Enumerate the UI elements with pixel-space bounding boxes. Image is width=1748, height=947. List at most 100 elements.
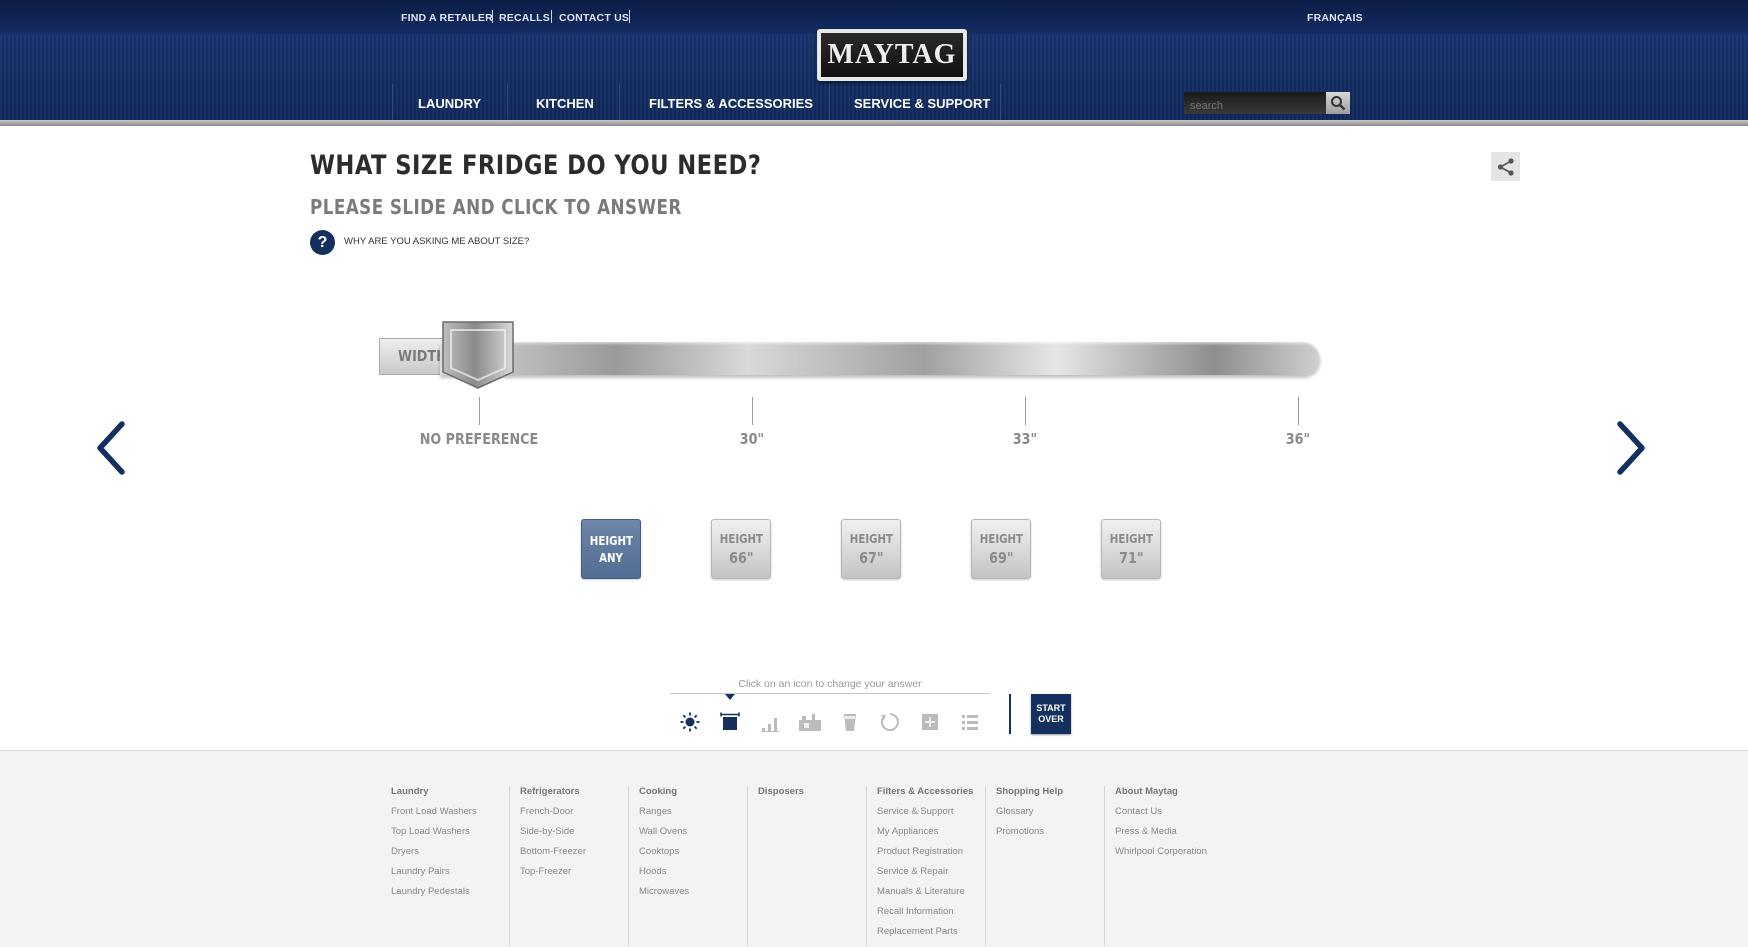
nav-laundry[interactable]: LAUNDRY — [418, 96, 481, 111]
fridge-size-icon[interactable] — [718, 710, 742, 734]
help-icon[interactable]: ? — [310, 230, 335, 255]
footer-column: Cooking Ranges Wall Ovens Cooktops Hoods Micr… — [639, 786, 689, 906]
footer-link[interactable]: Manuals & Literature — [877, 886, 973, 906]
cup-icon[interactable] — [838, 710, 862, 734]
footer-link[interactable]: Laundry Pedestals — [391, 886, 477, 906]
footer-link[interactable]: Service & Repair — [877, 866, 973, 886]
footer-link[interactable]: Cooktops — [639, 846, 689, 866]
bars-icon[interactable] — [758, 710, 782, 734]
footer-link[interactable]: Top Load Washers — [391, 826, 477, 846]
refresh-icon[interactable] — [878, 710, 902, 734]
answer-hint: Click on an icon to change your answer — [738, 678, 922, 690]
width-slider-handle[interactable] — [441, 320, 515, 390]
footer-link[interactable]: Contact Us — [1115, 806, 1207, 826]
recalls-link[interactable]: RECALLS — [499, 12, 550, 24]
height-option-value: 66" — [728, 548, 754, 567]
kitchen-icon[interactable] — [798, 710, 822, 734]
share-button[interactable] — [1491, 152, 1520, 181]
height-option-value: 71" — [1118, 548, 1144, 567]
hint-divider — [670, 693, 990, 694]
height-option-label: HEIGHT — [589, 533, 633, 548]
footer-column: About Maytag Contact Us Press & Media Whirl… — [1115, 786, 1207, 866]
slider-tick-label[interactable]: 36" — [1230, 430, 1366, 448]
page-title: WHAT SIZE FRIDGE DO YOU NEED? — [310, 150, 762, 181]
slider-tick — [1025, 397, 1026, 425]
footer-link[interactable]: Recall Information — [877, 906, 973, 926]
height-option-button[interactable]: HEIGHT 69" — [971, 519, 1031, 579]
footer-link[interactable]: Hoods — [639, 866, 689, 886]
slider-tick — [1298, 397, 1299, 425]
footer-heading[interactable]: About Maytag — [1115, 786, 1207, 806]
contact-us-link[interactable]: CONTACT US — [559, 12, 629, 24]
height-option-label: HEIGHT — [719, 531, 763, 546]
height-option-value: ANY — [599, 550, 623, 565]
language-link[interactable]: FRANÇAIS — [1307, 12, 1363, 24]
footer-heading[interactable]: Filters & Accessories — [877, 786, 973, 806]
footer-link[interactable]: Service & Support — [877, 806, 973, 826]
previous-arrow-icon[interactable] — [92, 418, 132, 478]
footer-link[interactable]: Product Registration — [877, 846, 973, 866]
footer-link[interactable]: Laundry Pairs — [391, 866, 477, 886]
width-slider-track[interactable] — [440, 342, 1320, 375]
nav-kitchen[interactable]: KITCHEN — [536, 96, 594, 111]
footer-heading[interactable]: Disposers — [758, 786, 804, 806]
help-link[interactable]: WHY ARE YOU ASKING ME ABOUT SIZE? — [344, 236, 529, 247]
slider-tick-label[interactable]: 30" — [684, 430, 820, 448]
footer-link[interactable]: Dryers — [391, 846, 477, 866]
divider — [507, 84, 508, 122]
current-step-pointer — [725, 694, 735, 700]
footer-heading[interactable]: Cooking — [639, 786, 689, 806]
site-footer — [0, 750, 1748, 947]
plus-box-icon[interactable] — [918, 710, 942, 734]
footer-link[interactable]: My Appliances — [877, 826, 973, 846]
footer-link[interactable]: Wall Ovens — [639, 826, 689, 846]
next-arrow-icon[interactable] — [1610, 418, 1650, 478]
slider-tick-label[interactable]: NO PREFERENCE — [411, 430, 547, 448]
footer-link[interactable]: Press & Media — [1115, 826, 1207, 846]
height-option-label: HEIGHT — [979, 531, 1023, 546]
footer-link[interactable]: Replacement Parts — [877, 926, 973, 946]
divider — [392, 84, 393, 122]
list-icon[interactable] — [958, 710, 982, 734]
footer-heading[interactable]: Laundry — [391, 786, 477, 806]
height-option-value: 69" — [988, 548, 1014, 567]
footer-link[interactable]: Top-Freezer — [520, 866, 586, 886]
footer-link[interactable]: Microwaves — [639, 886, 689, 906]
search-button[interactable] — [1326, 92, 1350, 114]
sun-icon[interactable] — [678, 710, 702, 734]
footer-column: Disposers — [758, 786, 804, 806]
height-option-button[interactable]: HEIGHT ANY — [581, 519, 641, 579]
page-subtitle: PLEASE SLIDE AND CLICK TO ANSWER — [310, 195, 682, 219]
height-option-button[interactable]: HEIGHT 67" — [841, 519, 901, 579]
maytag-logo[interactable]: MAYTAG — [817, 29, 967, 81]
footer-link[interactable]: Glossary — [996, 806, 1063, 826]
footer-link[interactable]: Ranges — [639, 806, 689, 826]
height-option-label: HEIGHT — [849, 531, 893, 546]
footer-link[interactable]: Whirlpool Corporation — [1115, 846, 1207, 866]
footer-heading[interactable]: Refrigerators — [520, 786, 586, 806]
height-option-value: 67" — [858, 548, 884, 567]
share-icon — [1497, 157, 1514, 176]
footer-divider — [628, 786, 629, 946]
search-icon — [1331, 96, 1346, 111]
footer-link[interactable]: Side-by-Side — [520, 826, 586, 846]
footer-link[interactable]: Front Load Washers — [391, 806, 477, 826]
slider-tick — [752, 397, 753, 425]
footer-link[interactable]: Bottom-Freezer — [520, 846, 586, 866]
slider-tick — [479, 397, 480, 425]
footer-divider — [866, 786, 867, 946]
footer-heading[interactable]: Shopping Help — [996, 786, 1063, 806]
find-retailer-link[interactable]: FIND A RETAILER — [401, 12, 493, 24]
height-option-button[interactable]: HEIGHT 66" — [711, 519, 771, 579]
footer-link[interactable]: French-Door — [520, 806, 586, 826]
height-option-button[interactable]: HEIGHT 71" — [1101, 519, 1161, 579]
slider-tick-label[interactable]: 33" — [957, 430, 1093, 448]
footer-column: Shopping Help Glossary Promotions — [996, 786, 1063, 846]
footer-divider — [747, 786, 748, 946]
nav-service-support[interactable]: SERVICE & SUPPORT — [854, 96, 990, 111]
start-over-button[interactable]: START OVER — [1031, 694, 1071, 734]
footer-link[interactable]: Promotions — [996, 826, 1063, 846]
search-input[interactable] — [1184, 92, 1326, 114]
header-divider — [0, 120, 1748, 126]
nav-filters-accessories[interactable]: FILTERS & ACCESSORIES — [649, 96, 813, 111]
